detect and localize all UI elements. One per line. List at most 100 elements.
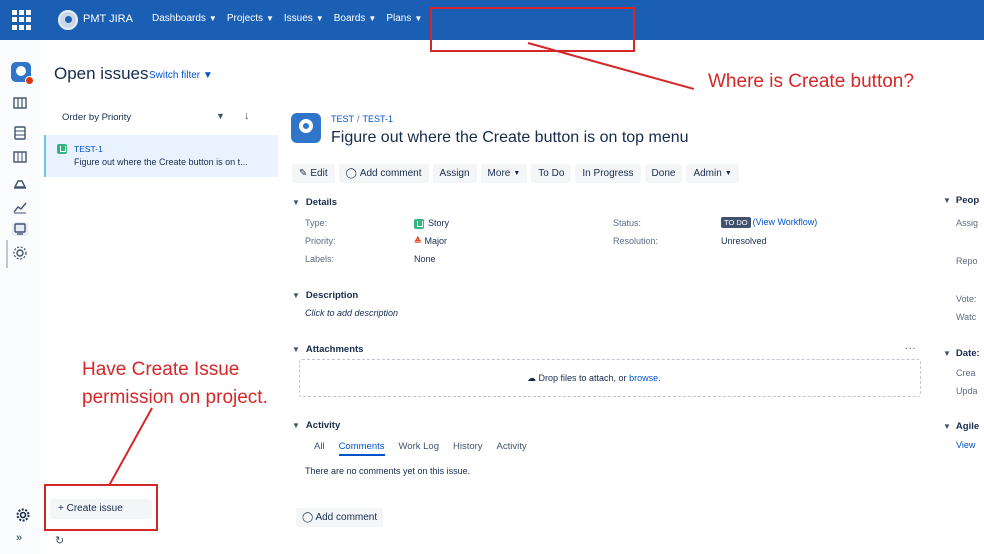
nav-plans[interactable]: Plans ▼ (386, 13, 422, 24)
chevron-down-icon: ▼ (265, 14, 274, 23)
jira-logo-icon[interactable] (58, 10, 78, 30)
tab-work-log[interactable]: Work Log (399, 441, 439, 456)
tab-activity[interactable]: Activity (497, 441, 527, 456)
add-comment-label: Add comment (359, 168, 422, 179)
tab-history[interactable]: History (453, 441, 483, 456)
resolution-label: Resolution: (613, 236, 659, 246)
chevron-down-icon: ▼ (208, 14, 217, 23)
nav-projects[interactable]: Projects ▼ (227, 13, 274, 24)
agile-view-link[interactable]: View (956, 440, 975, 450)
chevron-down-icon: ▼ (943, 422, 951, 431)
project-avatar[interactable] (11, 62, 34, 85)
comment-icon: ◯ (345, 168, 357, 179)
issue-title[interactable]: Figure out where the Create button is on… (331, 129, 689, 147)
updated-label: Upda (956, 386, 978, 396)
board-icon[interactable] (12, 150, 28, 164)
chevron-down-icon: ▼ (724, 170, 732, 177)
chevron-down-icon: ▼ (292, 345, 300, 354)
in-progress-button[interactable]: In Progress (575, 164, 641, 183)
nav-issues[interactable]: Issues ▼ (284, 13, 324, 24)
breadcrumb-issue-key[interactable]: TEST-1 (363, 114, 394, 124)
watchers-label: Watc (956, 312, 977, 322)
add-comment-button[interactable]: ◯ Add comment (338, 164, 429, 183)
status-badge[interactable]: TO DO (721, 217, 751, 228)
sidebar-resize-handle[interactable] (6, 240, 8, 268)
no-comments-message: There are no comments yet on this issue. (305, 466, 471, 476)
people-heading[interactable]: ▼ Peop (943, 195, 979, 206)
cloud-upload-icon: ☁ (527, 373, 536, 383)
gear-icon[interactable] (16, 508, 30, 522)
attachment-drop-text: ☁ Drop files to attach, or browse. (527, 373, 661, 384)
tab-all[interactable]: All (314, 441, 325, 456)
type-value-label: Story (428, 218, 450, 228)
attachments-heading[interactable]: ▼ Attachments (292, 344, 363, 355)
details-heading[interactable]: ▼ Details (292, 197, 337, 208)
annotation-permission-line1: Have Create Issue (82, 359, 240, 380)
priority-value-label: Major (424, 236, 448, 246)
labels-label: Labels: (305, 254, 335, 264)
refresh-icon[interactable]: ↻ (55, 534, 64, 547)
expand-sidebar-icon[interactable]: » (16, 532, 22, 544)
page-title: Open issues (54, 64, 149, 83)
switch-filter-link[interactable]: Switch filter ▼ (149, 70, 213, 81)
annotation-permission-line2: permission on project. (82, 387, 268, 408)
list-icon[interactable] (12, 126, 28, 140)
list-item[interactable]: TEST-1 Figure out where the Create butto… (44, 135, 278, 177)
view-workflow-link[interactable]: (View Workflow) (753, 217, 818, 227)
add-comment-button-bottom[interactable]: ◯ Add comment (296, 508, 384, 527)
app-switcher-icon[interactable] (12, 10, 32, 30)
order-by-select[interactable]: Order by Priority (62, 112, 131, 123)
brand-name[interactable]: PMT JIRA (83, 13, 133, 25)
created-label: Crea (956, 368, 976, 378)
activity-heading[interactable]: ▼ Activity (292, 420, 340, 431)
switch-filter-label: Switch filter (149, 70, 201, 81)
description-heading[interactable]: ▼ Description (292, 290, 358, 301)
description-placeholder[interactable]: Click to add description (305, 308, 398, 318)
backlog-icon[interactable] (12, 96, 28, 110)
dates-heading-label: Date: (955, 348, 980, 359)
breadcrumb-project[interactable]: TEST (331, 114, 354, 124)
labels-value[interactable]: None (414, 254, 436, 264)
more-label: More (487, 168, 511, 179)
add-comment-bottom-label: Add comment (315, 512, 378, 523)
reporter-label: Repo (956, 256, 978, 266)
breadcrumb-separator: / (357, 114, 360, 124)
settings-icon[interactable] (12, 246, 28, 260)
nav-boards[interactable]: Boards ▼ (334, 13, 377, 24)
priority-label: Priority: (305, 236, 336, 246)
resolution-value: Unresolved (721, 236, 767, 246)
story-icon (414, 218, 424, 229)
agile-heading[interactable]: ▼ Agile (943, 421, 979, 432)
admin-label: Admin (693, 168, 722, 179)
assignee-label: Assig (956, 218, 979, 228)
chevron-down-icon: ▼ (315, 14, 324, 23)
chevron-down-icon: ▼ (292, 421, 300, 430)
nav-boards-label: Boards (333, 13, 366, 24)
releases-icon[interactable] (12, 176, 28, 190)
reports-icon[interactable] (12, 200, 28, 214)
dates-heading[interactable]: ▼ Date: (943, 348, 980, 359)
more-button[interactable]: More ▼ (480, 164, 528, 183)
list-item-summary: Figure out where the Create button is on… (74, 157, 248, 167)
tab-comments[interactable]: Comments (338, 441, 385, 456)
chevron-down-icon: ▼ (943, 196, 951, 205)
browse-link[interactable]: browse. (629, 373, 661, 383)
chevron-down-icon[interactable]: ▼ (216, 111, 225, 121)
assign-button[interactable]: Assign (432, 164, 477, 183)
attachments-more-icon[interactable]: ... (905, 341, 916, 352)
to-do-button[interactable]: To Do (531, 164, 572, 183)
comment-icon: ◯ (302, 512, 314, 523)
annotation-where-create: Where is Create button? (708, 71, 914, 92)
type-value: Story (414, 218, 449, 229)
chevron-down-icon: ▼ (513, 170, 521, 177)
status-label: Status: (613, 218, 642, 228)
nav-plans-label: Plans (386, 13, 412, 24)
done-button[interactable]: Done (644, 164, 683, 183)
people-heading-label: Peop (955, 195, 980, 206)
sort-direction-icon[interactable]: ↓ (244, 110, 250, 122)
admin-button[interactable]: Admin ▼ (686, 164, 739, 183)
issues-icon[interactable] (12, 222, 28, 236)
nav-dashboards-label: Dashboards (152, 13, 206, 24)
edit-button[interactable]: ✎ Edit (292, 164, 335, 183)
nav-dashboards[interactable]: Dashboards ▼ (152, 13, 217, 24)
